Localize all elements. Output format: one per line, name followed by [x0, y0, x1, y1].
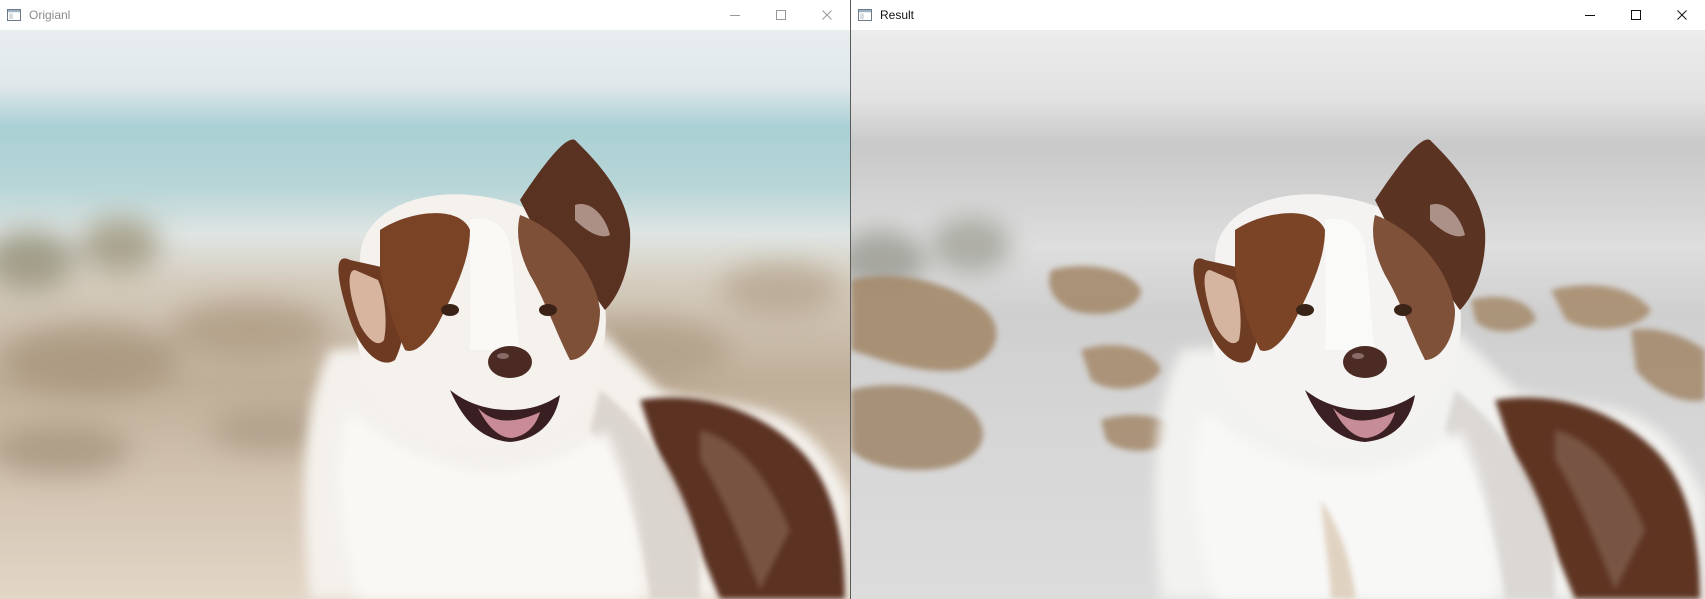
window-app-icon: [7, 9, 21, 21]
window-app-icon: [858, 9, 872, 21]
dog-photo-result: [851, 30, 1705, 599]
original-titlebar[interactable]: Origianl: [0, 0, 850, 30]
window-title: Result: [880, 8, 915, 22]
result-image-view: [851, 30, 1705, 599]
maximize-button[interactable]: [1613, 0, 1659, 30]
window-title: Origianl: [29, 8, 71, 22]
maximize-button[interactable]: [758, 0, 804, 30]
result-window: Result: [851, 0, 1705, 599]
original-window: Origianl: [0, 0, 850, 599]
minimize-icon: [1585, 15, 1595, 16]
maximize-icon: [1631, 10, 1641, 20]
close-button[interactable]: [1659, 0, 1705, 30]
close-button[interactable]: [804, 0, 850, 30]
original-image-view: [0, 30, 850, 599]
close-icon: [1677, 10, 1687, 20]
minimize-button[interactable]: [712, 0, 758, 30]
dog-photo-original: [0, 30, 850, 599]
minimize-icon: [730, 15, 740, 16]
minimize-button[interactable]: [1567, 0, 1613, 30]
maximize-icon: [776, 10, 786, 20]
result-titlebar[interactable]: Result: [851, 0, 1705, 30]
close-icon: [822, 10, 832, 20]
